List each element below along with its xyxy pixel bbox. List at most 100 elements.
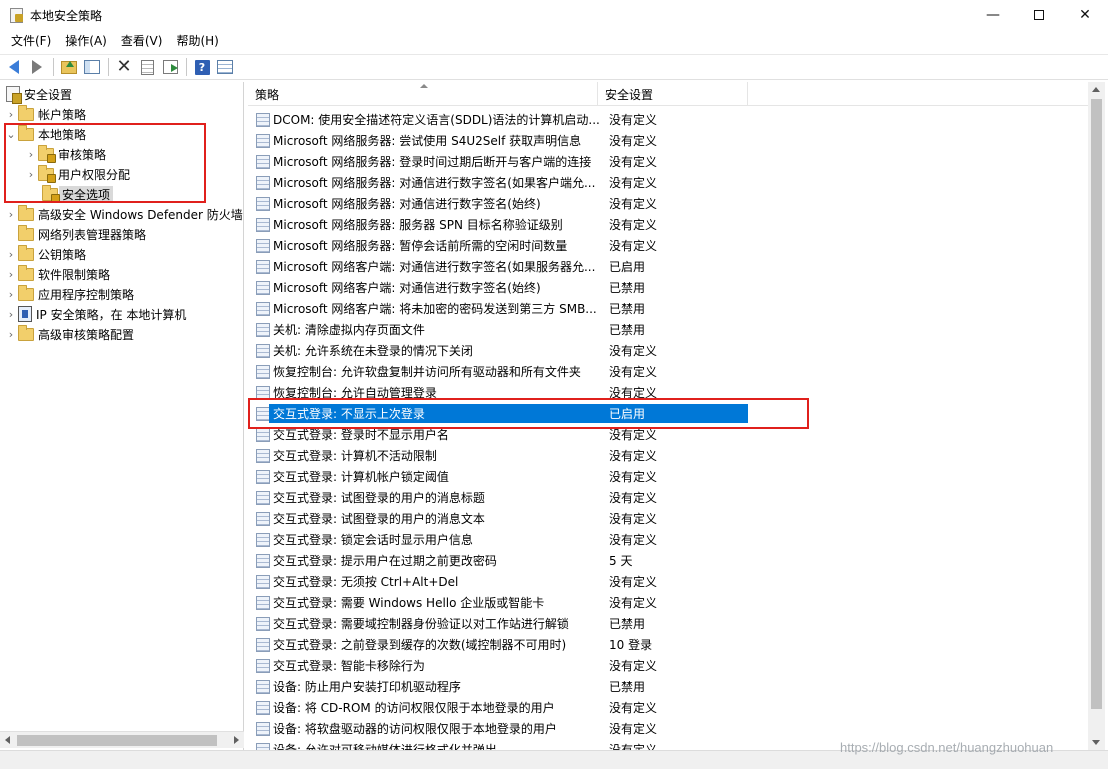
menu-file[interactable]: 文件(F): [4, 30, 58, 52]
table-row[interactable]: 关机: 允许系统在未登录的情况下关闭 没有定义: [248, 340, 1088, 361]
scroll-right-icon[interactable]: [234, 736, 239, 744]
up-one-level-button[interactable]: [58, 56, 80, 78]
policy-list[interactable]: 策略 安全设置 DCOM: 使用安全描述符定义语言(SDDL)语法的计算机启动.…: [248, 82, 1108, 750]
policy-name: 交互式登录: 登录时不显示用户名: [273, 428, 449, 442]
table-row[interactable]: 交互式登录: 试图登录的用户的消息文本 没有定义: [248, 508, 1088, 529]
table-row[interactable]: 交互式登录: 提示用户在过期之前更改密码 5 天: [248, 550, 1088, 571]
minimize-button[interactable]: —: [970, 0, 1016, 30]
chevron-right-icon[interactable]: ›: [24, 164, 38, 184]
tree-item-account-policies[interactable]: › 帐户策略: [4, 104, 86, 124]
chevron-right-icon[interactable]: ›: [24, 144, 38, 164]
policy-name: Microsoft 网络客户端: 对通信进行数字签名(如果服务器允...: [273, 260, 596, 274]
tree-item-advanced-audit[interactable]: › 高级审核策略配置: [4, 324, 134, 344]
tree-item-public-key-policies[interactable]: › 公钥策略: [4, 244, 86, 264]
chevron-down-icon[interactable]: ⌄: [4, 124, 18, 144]
table-row[interactable]: 设备: 将 CD-ROM 的访问权限仅限于本地登录的用户 没有定义: [248, 697, 1088, 718]
chevron-right-icon[interactable]: ›: [4, 324, 18, 344]
policy-name: 交互式登录: 无须按 Ctrl+Alt+Del: [273, 575, 459, 589]
table-row[interactable]: Microsoft 网络服务器: 尝试使用 S4U2Self 获取声明信息 没有定…: [248, 130, 1088, 151]
table-row[interactable]: 恢复控制台: 允许自动管理登录 没有定义: [248, 382, 1088, 403]
tree-item-network-list-manager[interactable]: 网络列表管理器策略: [18, 224, 146, 244]
table-row[interactable]: 交互式登录: 需要域控制器身份验证以对工作站进行解锁 已禁用: [248, 613, 1088, 634]
table-row[interactable]: 交互式登录: 锁定会话时显示用户信息 没有定义: [248, 529, 1088, 550]
tree-item-application-control[interactable]: › 应用程序控制策略: [4, 284, 134, 304]
table-row[interactable]: Microsoft 网络服务器: 暂停会话前所需的空闲时间数量 没有定义: [248, 235, 1088, 256]
security-setting-value: 已禁用: [609, 680, 646, 694]
policy-name: Microsoft 网络服务器: 尝试使用 S4U2Self 获取声明信息: [273, 134, 582, 148]
maximize-button[interactable]: [1016, 0, 1062, 30]
table-row[interactable]: 交互式登录: 无须按 Ctrl+Alt+Del 没有定义: [248, 571, 1088, 592]
scroll-down-icon[interactable]: [1092, 740, 1100, 745]
table-row[interactable]: 交互式登录: 之前登录到缓存的次数(域控制器不可用时) 10 登录: [248, 634, 1088, 655]
export-list-icon: [162, 60, 178, 74]
tree-item-defender-firewall[interactable]: › 高级安全 Windows Defender 防火墙: [4, 204, 243, 224]
table-row[interactable]: 交互式登录: 试图登录的用户的消息标题 没有定义: [248, 487, 1088, 508]
table-row[interactable]: 设备: 防止用户安装打印机驱动程序 已禁用: [248, 676, 1088, 697]
folder-icon: [18, 264, 34, 281]
policy-icon: [256, 742, 270, 750]
help-button[interactable]: ?: [191, 56, 213, 78]
chevron-right-icon[interactable]: ›: [4, 284, 18, 304]
chevron-right-icon[interactable]: ›: [4, 104, 18, 124]
policy-icon: [256, 574, 270, 589]
table-row[interactable]: Microsoft 网络服务器: 服务器 SPN 目标名称验证级别 没有定义: [248, 214, 1088, 235]
forward-button[interactable]: [26, 56, 48, 78]
tree-item-security-settings[interactable]: 安全设置: [6, 84, 72, 104]
scroll-left-icon[interactable]: [5, 736, 10, 744]
menu-help[interactable]: 帮助(H): [169, 30, 225, 52]
security-setting-value: 已禁用: [609, 281, 646, 295]
table-row[interactable]: 交互式登录: 需要 Windows Hello 企业版或智能卡 没有定义: [248, 592, 1088, 613]
table-row[interactable]: Microsoft 网络服务器: 对通信进行数字签名(如果客户端允... 没有定义: [248, 172, 1088, 193]
scroll-up-icon[interactable]: [1092, 87, 1100, 92]
tree-item-user-rights-assignment[interactable]: › 用户权限分配: [24, 164, 130, 184]
show-hide-tree-button[interactable]: [81, 56, 103, 78]
column-header-policy[interactable]: 策略: [248, 82, 598, 106]
properties-button[interactable]: [136, 56, 158, 78]
table-row[interactable]: Microsoft 网络客户端: 对通信进行数字签名(始终) 已禁用: [248, 277, 1088, 298]
tree-horizontal-scrollbar[interactable]: [0, 731, 244, 748]
delete-button[interactable]: ✕: [113, 56, 135, 78]
table-row[interactable]: 关机: 清除虚拟内存页面文件 已禁用: [248, 319, 1088, 340]
table-row[interactable]: Microsoft 网络客户端: 对通信进行数字签名(如果服务器允... 已启用: [248, 256, 1088, 277]
table-row[interactable]: Microsoft 网络客户端: 将未加密的密码发送到第三方 SMB... 已禁用: [248, 298, 1088, 319]
chevron-right-icon[interactable]: ›: [4, 244, 18, 264]
scrollbar-thumb[interactable]: [1091, 99, 1102, 709]
menu-view[interactable]: 查看(V): [114, 30, 170, 52]
chevron-right-icon[interactable]: ›: [4, 304, 18, 324]
close-button[interactable]: ✕: [1062, 0, 1108, 30]
table-row[interactable]: 设备: 将软盘驱动器的访问权限仅限于本地登录的用户 没有定义: [248, 718, 1088, 739]
tree-item-security-options[interactable]: 安全选项: [42, 184, 114, 204]
close-icon: ✕: [1079, 7, 1091, 23]
tree-item-ip-security-policies[interactable]: › IP 安全策略，在 本地计算机: [4, 304, 186, 324]
table-row[interactable]: DCOM: 使用安全描述符定义语言(SDDL)语法的计算机启动... 没有定义: [248, 109, 1088, 130]
tree-item-local-policies[interactable]: ⌄ 本地策略: [4, 124, 86, 144]
export-list-button[interactable]: [159, 56, 181, 78]
chevron-right-icon[interactable]: ›: [4, 264, 18, 284]
menu-action[interactable]: 操作(A): [58, 30, 114, 52]
security-setting-value: 5 天: [609, 554, 633, 568]
chevron-right-icon[interactable]: ›: [4, 204, 18, 224]
console-tree[interactable]: 安全设置 › 帐户策略 ⌄ 本地策略 › 审核策略 › 用户权限分配 安全选项 …: [0, 82, 244, 750]
tree-item-software-restriction[interactable]: › 软件限制策略: [4, 264, 110, 284]
table-row[interactable]: 恢复控制台: 允许软盘复制并访问所有驱动器和所有文件夹 没有定义: [248, 361, 1088, 382]
book-icon: [6, 86, 22, 104]
details-view-button[interactable]: [214, 56, 236, 78]
scrollbar-thumb[interactable]: [17, 735, 217, 746]
list-vertical-scrollbar[interactable]: [1088, 82, 1105, 750]
table-row[interactable]: Microsoft 网络服务器: 对通信进行数字签名(始终) 没有定义: [248, 193, 1088, 214]
up-folder-icon: [61, 60, 77, 74]
security-setting-value: 没有定义: [609, 659, 658, 673]
table-row[interactable]: 交互式登录: 计算机帐户锁定阈值 没有定义: [248, 466, 1088, 487]
table-row[interactable]: Microsoft 网络服务器: 登录时间过期后断开与客户端的连接 没有定义: [248, 151, 1088, 172]
table-row[interactable]: 交互式登录: 登录时不显示用户名 没有定义: [248, 424, 1088, 445]
table-row[interactable]: 交互式登录: 智能卡移除行为 没有定义: [248, 655, 1088, 676]
table-row-selected[interactable]: 交互式登录: 不显示上次登录 已启用: [248, 403, 1088, 424]
policy-name: 恢复控制台: 允许软盘复制并访问所有驱动器和所有文件夹: [273, 365, 581, 379]
table-row[interactable]: 交互式登录: 计算机不活动限制 没有定义: [248, 445, 1088, 466]
tree-item-audit-policy[interactable]: › 审核策略: [24, 144, 106, 164]
back-button[interactable]: [3, 56, 25, 78]
policy-icon: [256, 301, 270, 316]
security-setting-value: 没有定义: [609, 701, 658, 715]
local-security-policy-icon: [8, 7, 24, 23]
column-header-security-setting[interactable]: 安全设置: [598, 82, 748, 106]
